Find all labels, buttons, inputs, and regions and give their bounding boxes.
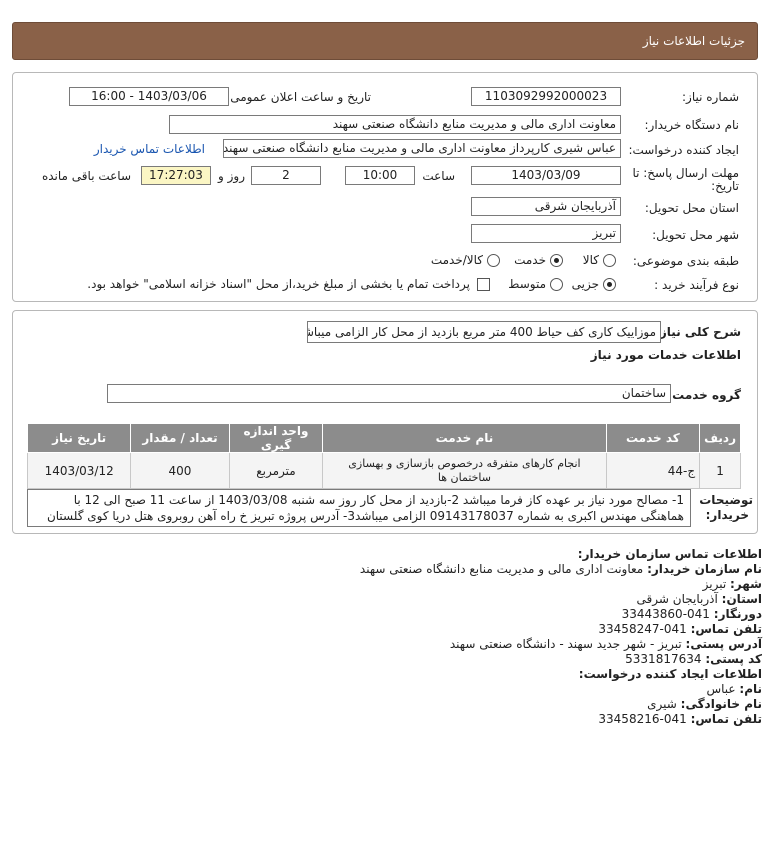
buyer-contact-link[interactable]: اطلاعات تماس خریدار — [94, 142, 205, 156]
treasury-payment-checkbox[interactable] — [477, 278, 490, 291]
buyer-notes-field: 1- مصالح مورد نیاز بر عهده کاز فرما میبا… — [27, 489, 691, 527]
announce-label: تاریخ و ساعت اعلان عمومی: — [226, 90, 371, 104]
col-row: ردیف — [699, 423, 741, 453]
process-medium-radio[interactable] — [550, 278, 563, 291]
cell-service-code: ج-44 — [605, 452, 701, 489]
need-info-panel: شماره نیاز: 1103092992000023 تاریخ و ساع… — [12, 72, 758, 302]
days-label: روز و — [218, 169, 245, 183]
category-service-radio[interactable] — [550, 254, 563, 267]
days-field[interactable]: 2 — [251, 166, 321, 185]
cell-need-date: 1403/03/12 — [26, 452, 132, 489]
process-label: نوع فرآیند خرید : — [654, 278, 739, 292]
buyer-org-field[interactable]: معاونت اداری مالی و مدیریت منابع دانشگاه… — [169, 115, 621, 134]
contact-address: آدرس پستی: تبریز - شهر جدید سهند - دانشگ… — [449, 637, 762, 651]
need-number-field[interactable]: 1103092992000023 — [471, 87, 621, 106]
creator-last-name: نام خانوادگی: شیری — [647, 697, 762, 711]
category-service-label: خدمت — [514, 253, 546, 267]
category-label: طبقه بندی موضوعی: — [632, 254, 739, 268]
deadline-date-label: تاریخ: — [711, 179, 739, 193]
remaining-time-field: 17:27:03 — [141, 166, 211, 185]
need-details-panel: شرح کلی نیاز: موزاییک کاری کف حیاط 400 م… — [12, 310, 758, 534]
contact-phone: تلفن تماس: 041-33458247 — [598, 622, 762, 636]
process-medium-label: متوسط — [508, 277, 546, 291]
cell-quantity: 400 — [130, 452, 230, 489]
province-label: استان محل تحویل: — [644, 201, 739, 215]
contact-org-title: اطلاعات تماس سازمان خریدار: — [577, 547, 762, 561]
remaining-label: ساعت باقی مانده — [41, 169, 131, 183]
col-service-code: کد خدمت — [605, 423, 701, 453]
creator-phone: تلفن تماس: 041-33458216 — [598, 712, 762, 726]
col-unit: واحد اندازه گیری — [228, 423, 324, 453]
service-group-field: ساختمان — [107, 384, 671, 403]
table-row: 1 ج-44 انجام کارهای متفرقه درخصوص بازساز… — [26, 452, 741, 489]
buyer-notes-label: توضیحات — [699, 493, 753, 507]
deadline-time-field[interactable]: 10:00 — [345, 166, 415, 185]
city-label: شهر محل تحویل: — [652, 228, 739, 242]
treasury-payment-note: پرداخت تمام یا بخشی از مبلغ خرید،از محل … — [87, 277, 470, 291]
cell-unit: مترمربع — [228, 452, 324, 489]
col-need-date: تاریخ نیاز — [26, 423, 132, 453]
deadline-date-field[interactable]: 1403/03/09 — [471, 166, 621, 185]
creator-field[interactable]: عباس شیری کارپرداز معاونت اداری مالی و م… — [223, 139, 621, 158]
contact-fax: دورنگار: 041-33443860 — [621, 607, 762, 621]
col-quantity: تعداد / مقدار — [130, 423, 230, 453]
category-goods-service-label: کالا/خدمت — [430, 253, 483, 267]
process-minor-label: جزیی — [571, 277, 599, 291]
service-group-label: گروه خدمت: — [667, 388, 741, 402]
cell-service-name: انجام کارهای متفرقه درخصوص بازسازی و بهس… — [322, 452, 607, 489]
page-title: جزئیات اطلاعات نیاز — [12, 22, 758, 60]
services-table: ردیف کد خدمت نام خدمت واحد اندازه گیری ت… — [26, 423, 741, 489]
creator-label: ایجاد کننده درخواست: — [628, 143, 739, 157]
creator-first-name: نام: عباس — [706, 682, 762, 696]
process-minor-radio[interactable] — [603, 278, 616, 291]
description-label: شرح کلی نیاز: — [655, 325, 741, 339]
contact-postal: کد پستی: 5331817634 — [625, 652, 762, 666]
services-title: اطلاعات خدمات مورد نیاز — [590, 348, 741, 362]
city-field[interactable]: تبریز — [471, 224, 621, 243]
contact-city: شهر: تبریز — [702, 577, 762, 591]
description-field: موزاییک کاری کف حیاط 400 متر مربع بازدید… — [307, 321, 661, 343]
contact-province: استان: آذربایجان شرقی — [636, 592, 762, 606]
table-header-row: ردیف کد خدمت نام خدمت واحد اندازه گیری ت… — [26, 423, 741, 453]
buyer-org-label: نام دستگاه خریدار: — [644, 118, 740, 132]
deadline-label: مهلت ارسال پاسخ: تا — [632, 166, 739, 180]
need-number-label: شماره نیاز: — [682, 90, 739, 104]
cell-row: 1 — [699, 452, 741, 489]
creator-title: اطلاعات ایجاد کننده درخواست: — [578, 667, 762, 681]
category-goods-service-radio[interactable] — [487, 254, 500, 267]
contact-org-name: نام سازمان خریدار: معاونت اداری مالی و م… — [359, 562, 762, 576]
announce-field[interactable]: 1403/03/06 - 16:00 — [69, 87, 229, 106]
category-goods-label: کالا — [582, 253, 599, 267]
province-field[interactable]: آذربایجان شرقی — [471, 197, 621, 216]
col-service-name: نام خدمت — [322, 423, 607, 453]
buyer-notes-label-2: خریدار: — [705, 508, 749, 522]
category-goods-radio[interactable] — [603, 254, 616, 267]
deadline-time-label: ساعت — [422, 169, 455, 183]
